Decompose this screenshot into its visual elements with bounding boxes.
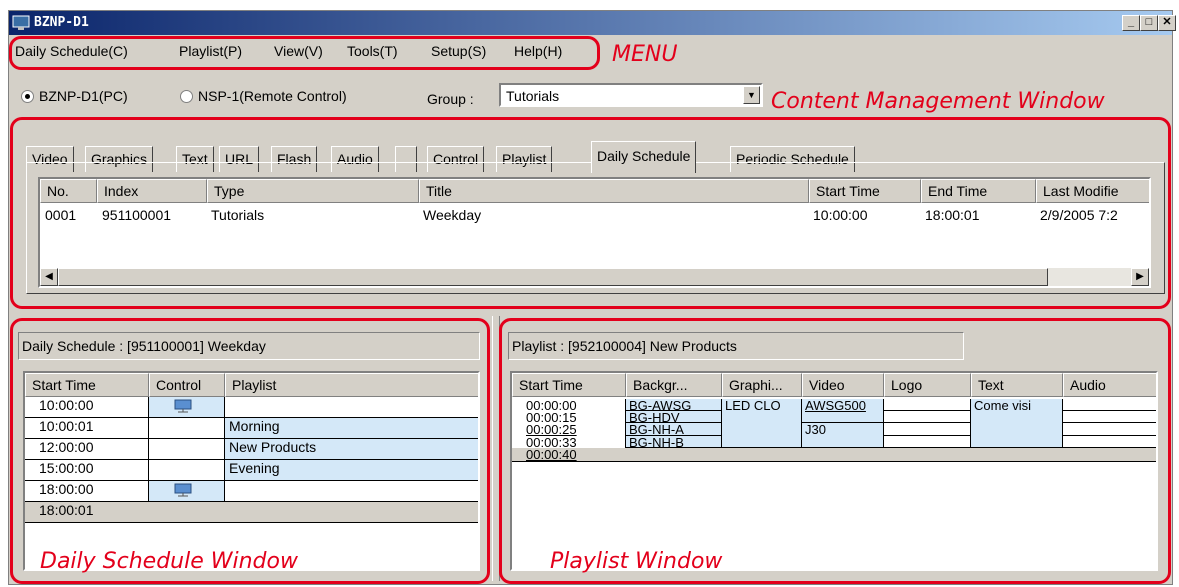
row-index[interactable]: 951100001 (102, 207, 171, 223)
pl-graphics-cell[interactable]: LED CLO (722, 399, 802, 448)
horizontal-scrollbar[interactable]: ◀ ▶ (40, 268, 1149, 286)
app-monitor-icon (12, 15, 30, 30)
pl-background-cell[interactable]: BG-HDV (626, 411, 722, 423)
pane-splitter[interactable] (492, 316, 500, 581)
daily-row-control[interactable] (149, 397, 225, 418)
pl-time[interactable]: 00:00:00 (512, 399, 626, 411)
scroll-left-icon[interactable]: ◀ (40, 268, 58, 286)
pl-col-audio[interactable]: Audio (1063, 373, 1156, 397)
col-last-modified[interactable]: Last Modifie (1036, 179, 1149, 203)
col-end-time[interactable]: End Time (921, 179, 1036, 203)
daily-col-start-time[interactable]: Start Time (25, 373, 149, 397)
monitor-icon (174, 483, 192, 497)
tab-daily-schedule[interactable]: Daily Schedule (591, 141, 697, 173)
row-end-time[interactable]: 18:00:01 (925, 207, 980, 223)
pl-audio-cell[interactable] (1063, 423, 1156, 436)
daily-schedule-grid[interactable]: Start Time Control Playlist 10:00:00 10:… (23, 371, 480, 571)
playlist-caption: Playlist : [952100004] New Products (508, 332, 964, 360)
pl-background-cell[interactable]: BG-NH-B (626, 436, 722, 448)
group-select[interactable]: Tutorials ▼ (499, 83, 763, 107)
daily-row-playlist[interactable]: New Products (225, 439, 478, 460)
pl-time[interactable]: 00:00:15 (512, 411, 626, 423)
window-title: BZNP-D1 (34, 15, 89, 30)
menu-setup[interactable]: Setup(S) (431, 43, 486, 59)
menu-view[interactable]: View(V) (274, 43, 323, 59)
menu-help[interactable]: Help(H) (514, 43, 562, 59)
col-title[interactable]: Title (419, 179, 809, 203)
pl-background-cell[interactable]: BG-AWSG (626, 399, 722, 411)
pl-time[interactable]: 00:00:25 (512, 423, 626, 436)
pl-logo-cell[interactable] (884, 411, 971, 423)
chevron-down-icon[interactable]: ▼ (743, 86, 760, 104)
daily-row-playlist[interactable]: Evening (225, 460, 478, 481)
pl-col-text[interactable]: Text (971, 373, 1063, 397)
daily-row-time[interactable]: 15:00:00 (25, 460, 149, 481)
daily-schedule-caption: Daily Schedule : [951100001] Weekday (18, 332, 480, 360)
close-button[interactable]: ✕ (1158, 15, 1176, 31)
daily-col-playlist[interactable]: Playlist (225, 373, 478, 397)
pl-end-time[interactable]: 00:00:40 (512, 448, 1156, 462)
pl-col-video[interactable]: Video (802, 373, 884, 397)
daily-row-playlist[interactable] (225, 481, 478, 502)
scroll-right-icon[interactable]: ▶ (1131, 268, 1149, 286)
pl-text-cell[interactable]: Come visi (971, 399, 1063, 448)
daily-row-control[interactable] (149, 439, 225, 460)
playlist-grid[interactable]: Start Time Backgr... Graphi... Video Log… (510, 371, 1158, 571)
playlist-annotation: Playlist Window (550, 549, 723, 574)
pl-logo-cell[interactable] (884, 423, 971, 436)
pl-time[interactable]: 00:00:33 (512, 436, 626, 448)
scroll-thumb[interactable] (58, 268, 1048, 286)
daily-schedule-annotation: Daily Schedule Window (40, 549, 298, 574)
daily-row-control[interactable] (149, 418, 225, 439)
pl-logo-cell[interactable] (884, 436, 971, 448)
menu-annotation: MENU (612, 42, 678, 67)
menu-bar: Daily Schedule(C) Playlist(P) View(V) To… (9, 37, 1172, 63)
minimize-button[interactable]: _ (1122, 15, 1140, 31)
pl-audio-cell[interactable] (1063, 436, 1156, 448)
col-index[interactable]: Index (97, 179, 207, 203)
daily-row-control[interactable] (149, 481, 225, 502)
title-bar[interactable]: BZNP-D1 _ □ ✕ (9, 11, 1176, 35)
content-list[interactable]: No. Index Type Title Start Time End Time… (38, 177, 1151, 288)
daily-row-time[interactable]: 12:00:00 (25, 439, 149, 460)
menu-playlist[interactable]: Playlist(P) (179, 43, 242, 59)
daily-row-time[interactable]: 10:00:01 (25, 418, 149, 439)
row-last-modified[interactable]: 2/9/2005 7:2 (1040, 207, 1149, 223)
menu-daily-schedule[interactable]: Daily Schedule(C) (15, 43, 128, 59)
radio-nsp-remote-label[interactable]: NSP-1(Remote Control) (198, 88, 347, 104)
daily-row-playlist[interactable] (225, 397, 478, 418)
row-no[interactable]: 0001 (45, 207, 76, 223)
col-type[interactable]: Type (207, 179, 419, 203)
col-start-time[interactable]: Start Time (809, 179, 921, 203)
pl-audio-cell[interactable] (1063, 411, 1156, 423)
row-type[interactable]: Tutorials (211, 207, 264, 223)
daily-row-control[interactable] (149, 460, 225, 481)
row-start-time[interactable]: 10:00:00 (813, 207, 868, 223)
pl-col-start-time[interactable]: Start Time (512, 373, 626, 397)
pl-logo-cell[interactable] (884, 399, 971, 411)
radio-nsp-remote[interactable] (180, 90, 193, 103)
row-title[interactable]: Weekday (423, 207, 481, 223)
radio-bznp-pc-label[interactable]: BZNP-D1(PC) (39, 88, 128, 104)
radio-bznp-pc[interactable] (21, 90, 34, 103)
daily-row-end-time[interactable]: 18:00:01 (25, 502, 478, 523)
pl-video-cell[interactable]: J30 (802, 423, 884, 448)
content-window-annotation: Content Management Window (771, 89, 1105, 114)
pl-background-cell[interactable]: BG-NH-A (626, 423, 722, 436)
daily-row-playlist[interactable]: Morning (225, 418, 478, 439)
pl-col-logo[interactable]: Logo (884, 373, 971, 397)
menu-tools[interactable]: Tools(T) (347, 43, 398, 59)
pl-col-graphics[interactable]: Graphi... (722, 373, 802, 397)
daily-row-time[interactable]: 10:00:00 (25, 397, 149, 418)
daily-row-time[interactable]: 18:00:00 (25, 481, 149, 502)
pl-col-background[interactable]: Backgr... (626, 373, 722, 397)
col-no[interactable]: No. (40, 179, 97, 203)
daily-col-control[interactable]: Control (149, 373, 225, 397)
monitor-icon (174, 399, 192, 413)
group-select-value: Tutorials (506, 88, 560, 104)
pl-audio-cell[interactable] (1063, 399, 1156, 411)
pl-video-cell[interactable]: AWSG500 (802, 399, 884, 423)
group-label: Group : (427, 91, 474, 107)
maximize-button[interactable]: □ (1140, 15, 1158, 31)
